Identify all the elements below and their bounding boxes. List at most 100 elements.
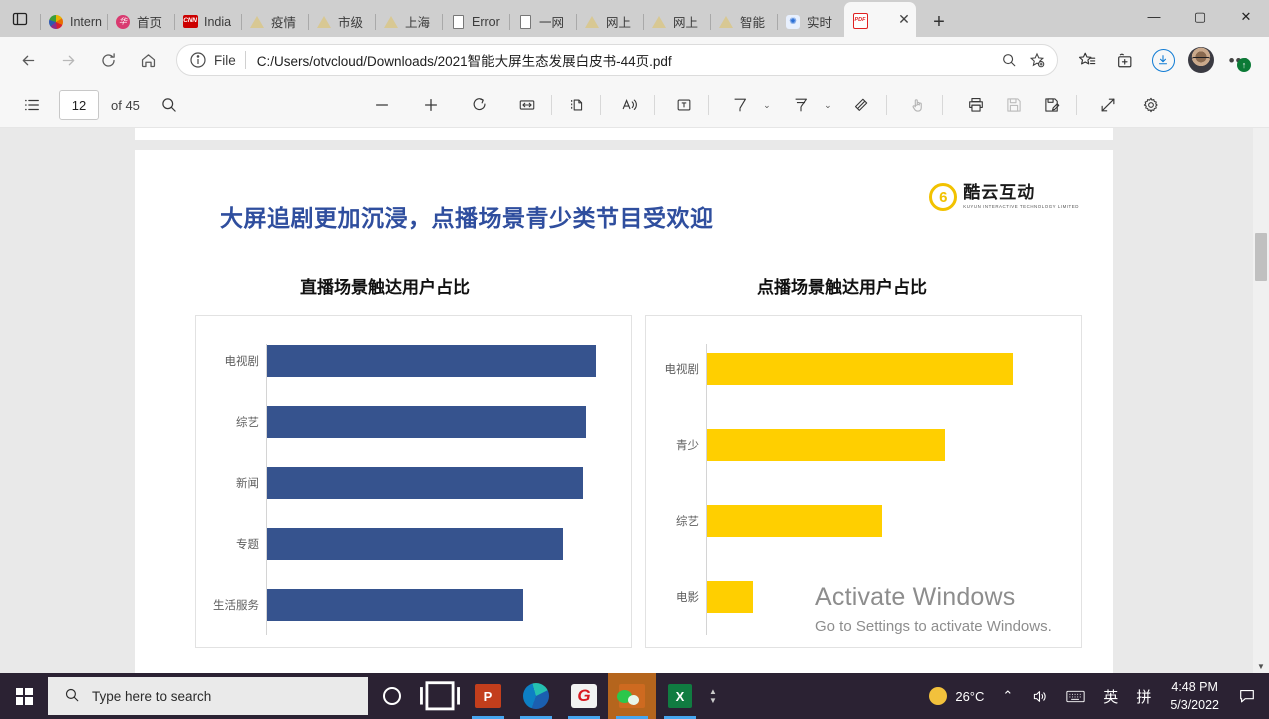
downloads-icon[interactable] (1145, 42, 1181, 78)
print-icon[interactable] (960, 89, 992, 121)
tab-4[interactable]: 市级 (308, 6, 375, 37)
tab-9[interactable]: 网上 (643, 6, 710, 37)
fit-to-width-icon[interactable] (511, 89, 543, 121)
tab-title: 网上 (606, 16, 632, 30)
bar-row: 青少 (676, 429, 1077, 461)
minimize-button[interactable]: — (1131, 0, 1177, 33)
reload-icon[interactable] (90, 42, 126, 78)
tab-actions-icon[interactable] (0, 0, 40, 37)
tray-overflow-chevron-up-icon[interactable]: ⌃ (993, 673, 1022, 719)
address-bar[interactable]: File C:/Users/otvcloud/Downloads/2021智能大… (176, 44, 1058, 76)
collections-icon[interactable] (1107, 42, 1143, 78)
tab-5[interactable]: 上海 (375, 6, 442, 37)
bar (267, 589, 523, 621)
clock[interactable]: 4:48 PM 5/3/2022 (1160, 678, 1229, 714)
wechat-icon[interactable] (608, 673, 656, 719)
window-controls: — ▢ ✕ (1131, 0, 1269, 33)
scrollbar-thumb[interactable] (1255, 233, 1267, 281)
vertical-scrollbar[interactable]: ▼ (1253, 128, 1269, 673)
tab-8[interactable]: 网上 (576, 6, 643, 37)
bar (707, 505, 882, 537)
save-as-icon[interactable] (1036, 89, 1068, 121)
zoom-in-icon[interactable] (415, 89, 447, 121)
cortana-icon[interactable] (368, 673, 416, 719)
powerpoint-icon[interactable]: P (464, 673, 512, 719)
favorites-icon[interactable] (1069, 42, 1105, 78)
add-text-icon[interactable] (668, 89, 700, 121)
previous-page-sliver (135, 128, 1113, 140)
update-badge-icon: ↑ (1237, 58, 1251, 72)
tab-1[interactable]: 华 首页 (107, 6, 174, 37)
tab-title: 网上 (673, 16, 699, 30)
zoom-out-icon[interactable] (366, 89, 398, 121)
volume-icon[interactable] (1022, 673, 1057, 719)
draw-options-chevron-down-icon[interactable]: ⌄ (759, 100, 775, 111)
tab-6[interactable]: Error (442, 6, 509, 37)
excel-icon[interactable]: X (656, 673, 704, 719)
tab-12-active[interactable]: PDF ✕ (844, 2, 916, 37)
highlight-options-chevron-down-icon[interactable]: ⌄ (820, 100, 836, 111)
tab-close-icon[interactable]: ✕ (896, 11, 912, 28)
triangle-icon (718, 14, 734, 30)
taskbar-overflow-arrows[interactable]: ▲ ▼ (704, 687, 722, 705)
fullscreen-icon[interactable] (1092, 89, 1124, 121)
home-icon[interactable] (130, 42, 166, 78)
taskbar-search-box[interactable]: Type here to search (48, 677, 368, 715)
tab-0[interactable]: Intern (40, 6, 107, 37)
erase-icon[interactable] (846, 89, 878, 121)
triangle-icon (383, 14, 399, 30)
browser-settings-menu-icon[interactable]: ••• ↑ (1221, 42, 1257, 78)
read-aloud-icon[interactable] (614, 89, 646, 121)
info-icon (189, 51, 207, 69)
tab-7[interactable]: 一网 (509, 6, 576, 37)
close-window-button[interactable]: ✕ (1223, 0, 1269, 33)
tab-11[interactable]: ✺ 实时 (777, 6, 844, 37)
browser-window: Intern 华 首页 CNN India 疫情 市级 上海 Error 一网 … (0, 0, 1269, 719)
start-button[interactable] (0, 673, 48, 719)
task-view-icon[interactable] (416, 673, 464, 719)
divider (885, 95, 887, 115)
page-number-input[interactable]: 12 (59, 90, 99, 120)
pink-circle-icon: 华 (115, 14, 131, 30)
add-favorite-icon[interactable] (1023, 46, 1051, 74)
brand-name-en: KUYUN INTERACTIVE TECHNOLOGY LIMITED (963, 203, 1079, 209)
bar-row: 电影 (676, 581, 1077, 613)
pdf-settings-gear-icon[interactable] (1135, 89, 1167, 121)
table-of-contents-icon[interactable] (16, 89, 48, 121)
g-app-icon[interactable]: G (560, 673, 608, 719)
tab-3[interactable]: 疫情 (241, 6, 308, 37)
weather-widget[interactable]: 26°C (920, 673, 993, 719)
new-tab-button[interactable]: + (922, 7, 956, 37)
divider (244, 51, 246, 69)
rotate-icon[interactable] (464, 89, 496, 121)
back-icon[interactable] (10, 42, 46, 78)
microsoft-edge-icon[interactable] (512, 673, 560, 719)
tab-title: 一网 (539, 16, 565, 30)
search-placeholder: Type here to search (92, 688, 212, 704)
action-center-icon[interactable] (1229, 673, 1265, 719)
maximize-button[interactable]: ▢ (1177, 0, 1223, 33)
url-text[interactable]: C:/Users/otvcloud/Downloads/2021智能大屏生态发展… (257, 50, 995, 70)
chart-title-vod: 点播场景触达用户占比 (757, 278, 927, 298)
draw-pen-icon[interactable] (724, 89, 756, 121)
tab-2[interactable]: CNN India (174, 6, 241, 37)
scheme-label: File (214, 52, 236, 68)
chart-vod-scene: 电视剧 青少 综艺 电影 (645, 315, 1082, 648)
forward-icon[interactable] (50, 42, 86, 78)
scroll-down-arrow-icon[interactable]: ▼ (1253, 662, 1269, 671)
hand-tool-icon[interactable] (902, 89, 934, 121)
search-in-page-icon[interactable] (995, 46, 1023, 74)
highlight-icon[interactable] (785, 89, 817, 121)
ime-mode-indicator[interactable]: 拼 (1127, 673, 1160, 719)
touch-keyboard-icon[interactable] (1057, 673, 1094, 719)
profile-avatar[interactable] (1183, 42, 1219, 78)
save-icon[interactable] (998, 89, 1030, 121)
search-icon[interactable] (153, 89, 185, 121)
tab-10[interactable]: 智能 (710, 6, 777, 37)
pdf-icon: PDF (852, 12, 868, 29)
page-view-icon[interactable] (560, 89, 592, 121)
ime-language-indicator[interactable]: 英 (1094, 673, 1127, 719)
sun-icon (929, 687, 948, 705)
cnn-icon: CNN (182, 14, 198, 30)
triangle-icon (249, 14, 265, 30)
